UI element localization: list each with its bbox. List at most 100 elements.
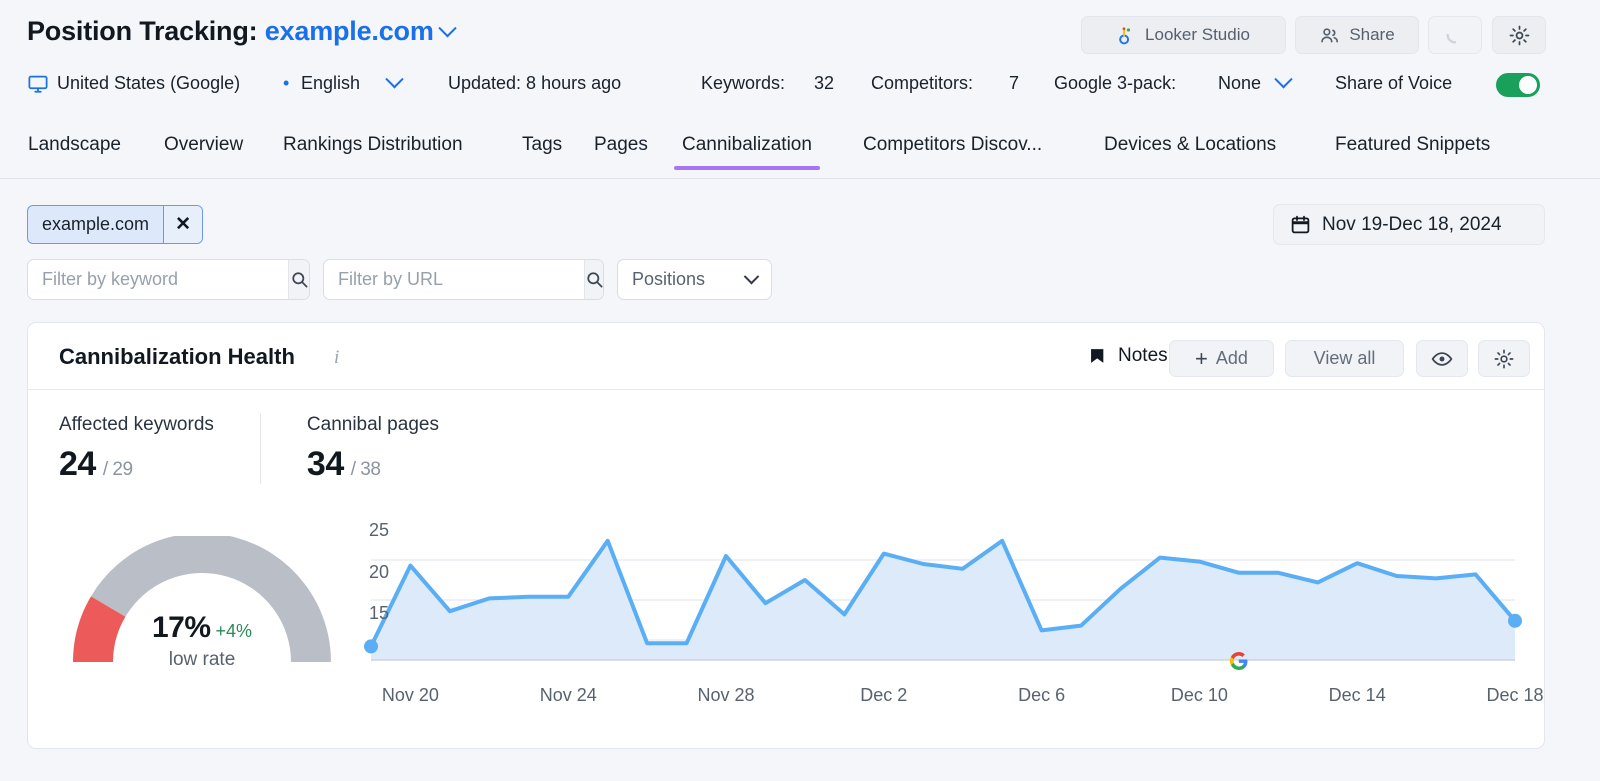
notes-label: Notes: (1118, 345, 1173, 367)
metric-value: 24 / 29 (59, 445, 214, 484)
y-tick-label: 15 (349, 603, 389, 624)
looker-studio-button[interactable]: Looker Studio (1081, 16, 1286, 54)
gauge-percent: 17% (152, 611, 211, 644)
x-tick-label: Dec 18 (1475, 685, 1555, 706)
loading-spinner-button[interactable] (1428, 16, 1482, 54)
metric-label: Cannibal pages (307, 414, 439, 436)
x-tick-label: Dec 2 (844, 685, 924, 706)
notes-label-group: Notes: (1088, 345, 1173, 367)
tab-landscape[interactable]: Landscape (28, 134, 121, 156)
metric-value-number: 34 (307, 445, 344, 483)
location-link[interactable]: United States (Google) (57, 73, 240, 94)
x-tick-label: Dec 6 (1002, 685, 1082, 706)
x-tick-label: Nov 20 (370, 685, 450, 706)
domain-filter-chip-label: example.com (28, 206, 163, 243)
date-range-picker[interactable]: Nov 19-Dec 18, 2024 (1273, 204, 1545, 245)
share-label: Share (1349, 25, 1394, 45)
card-title: Cannibalization Health (59, 344, 295, 370)
note-bookmark-icon (1088, 346, 1108, 366)
date-range-label: Nov 19-Dec 18, 2024 (1322, 214, 1502, 236)
metric-value-number: 24 (59, 445, 96, 483)
tab-devices-locations[interactable]: Devices & Locations (1104, 134, 1276, 156)
google-3pack-chevron-down-icon[interactable] (1274, 70, 1292, 88)
metric-total: / 29 (103, 459, 133, 480)
y-tick-label: 20 (349, 562, 389, 583)
close-icon[interactable]: ✕ (163, 206, 202, 243)
tab-tags[interactable]: Tags (522, 134, 562, 156)
gauge-delta: +4% (216, 621, 253, 641)
metric-value: 34/ 38 (307, 445, 439, 484)
metrics-row: Affected keywords 24 / 29 Cannibal pages … (59, 414, 485, 484)
header-primary-row: Position Tracking: example.com Looker St… (0, 0, 1600, 62)
spinner-icon (1444, 24, 1466, 46)
settings-button[interactable] (1492, 16, 1546, 54)
keyword-search-button[interactable] (288, 260, 309, 299)
view-all-notes-button[interactable]: View all (1285, 340, 1404, 377)
domain-filter-chip[interactable]: example.com ✕ (27, 205, 203, 244)
google-3pack-value[interactable]: None (1218, 73, 1261, 94)
positions-dropdown[interactable]: Positions (617, 259, 772, 300)
tab-bar: Landscape Overview Rankings Distribution… (0, 126, 1600, 179)
share-of-voice-toggle[interactable] (1496, 73, 1540, 97)
metric-cannibal-pages: Cannibal pages 34/ 38 (260, 414, 485, 484)
gauge-primary-line: 17%+4% (73, 611, 331, 645)
eye-icon (1431, 348, 1453, 370)
header-secondary-row: United States (Google) • English Updated… (0, 62, 1600, 124)
gear-icon (1493, 348, 1515, 370)
language-link[interactable]: English (301, 73, 360, 94)
chart-endpoint-marker (364, 639, 378, 653)
share-of-voice-label: Share of Voice (1335, 73, 1452, 94)
search-icon (585, 270, 604, 289)
positions-dropdown-label: Positions (632, 269, 705, 290)
chart-plot-area (363, 528, 1523, 678)
tab-pages[interactable]: Pages (594, 134, 648, 156)
metric-label: Affected keywords (59, 414, 214, 436)
cannibalization-trend-chart: 25 20 15 Nov 20 Nov 24 Nov 28 Dec 2 Dec … (363, 528, 1523, 708)
tab-competitors-discovery[interactable]: Competitors Discov... (863, 134, 1042, 156)
tab-overview[interactable]: Overview (164, 134, 243, 156)
x-tick-label: Dec 10 (1159, 685, 1239, 706)
language-chevron-down-icon[interactable] (385, 70, 403, 88)
tab-rankings-distribution[interactable]: Rankings Distribution (283, 134, 463, 156)
gauge-sublabel: low rate (73, 649, 331, 671)
share-button[interactable]: Share (1295, 16, 1419, 54)
competitors-label: Competitors: (871, 73, 973, 94)
x-tick-label: Nov 28 (686, 685, 766, 706)
domain-chevron-down-icon[interactable] (438, 19, 456, 37)
cannibalization-health-card: Cannibalization Health i Notes: + Add Vi… (27, 322, 1545, 749)
metric-affected-keywords: Affected keywords 24 / 29 (59, 414, 260, 484)
url-filter[interactable] (323, 259, 604, 300)
monitor-icon (27, 73, 49, 100)
x-tick-label: Dec 14 (1317, 685, 1397, 706)
page-title-domain[interactable]: example.com (265, 16, 434, 46)
keywords-count[interactable]: 32 (814, 73, 834, 94)
view-all-label: View all (1314, 348, 1376, 369)
chevron-down-icon (744, 269, 760, 285)
keyword-filter[interactable] (27, 259, 310, 300)
url-filter-input[interactable] (324, 260, 584, 299)
keywords-label: Keywords: (701, 73, 785, 94)
keyword-filter-input[interactable] (28, 260, 288, 299)
url-search-button[interactable] (584, 260, 604, 299)
y-tick-label: 25 (349, 520, 389, 541)
chart-endpoint-marker (1508, 614, 1522, 628)
tab-cannibalization[interactable]: Cannibalization (682, 134, 812, 156)
looker-studio-label: Looker Studio (1145, 25, 1250, 45)
tab-featured-snippets[interactable]: Featured Snippets (1335, 134, 1490, 156)
updated-timestamp: Updated: 8 hours ago (448, 73, 621, 94)
location-language-separator: • (283, 73, 289, 94)
visibility-toggle-button[interactable] (1416, 340, 1468, 377)
search-icon (290, 270, 309, 289)
chart-area-fill (371, 541, 1515, 660)
add-note-label: Add (1216, 348, 1248, 369)
tab-bar-divider (0, 178, 1600, 179)
x-tick-label: Nov 24 (528, 685, 608, 706)
plus-icon: + (1195, 346, 1208, 372)
calendar-icon (1290, 214, 1311, 235)
competitors-count[interactable]: 7 (1009, 73, 1019, 94)
page-title-prefix: Position Tracking: (27, 16, 257, 46)
info-icon[interactable]: i (334, 347, 339, 369)
add-note-button[interactable]: + Add (1169, 340, 1274, 377)
card-settings-button[interactable] (1478, 340, 1530, 377)
google-3pack-label: Google 3-pack: (1054, 73, 1176, 94)
